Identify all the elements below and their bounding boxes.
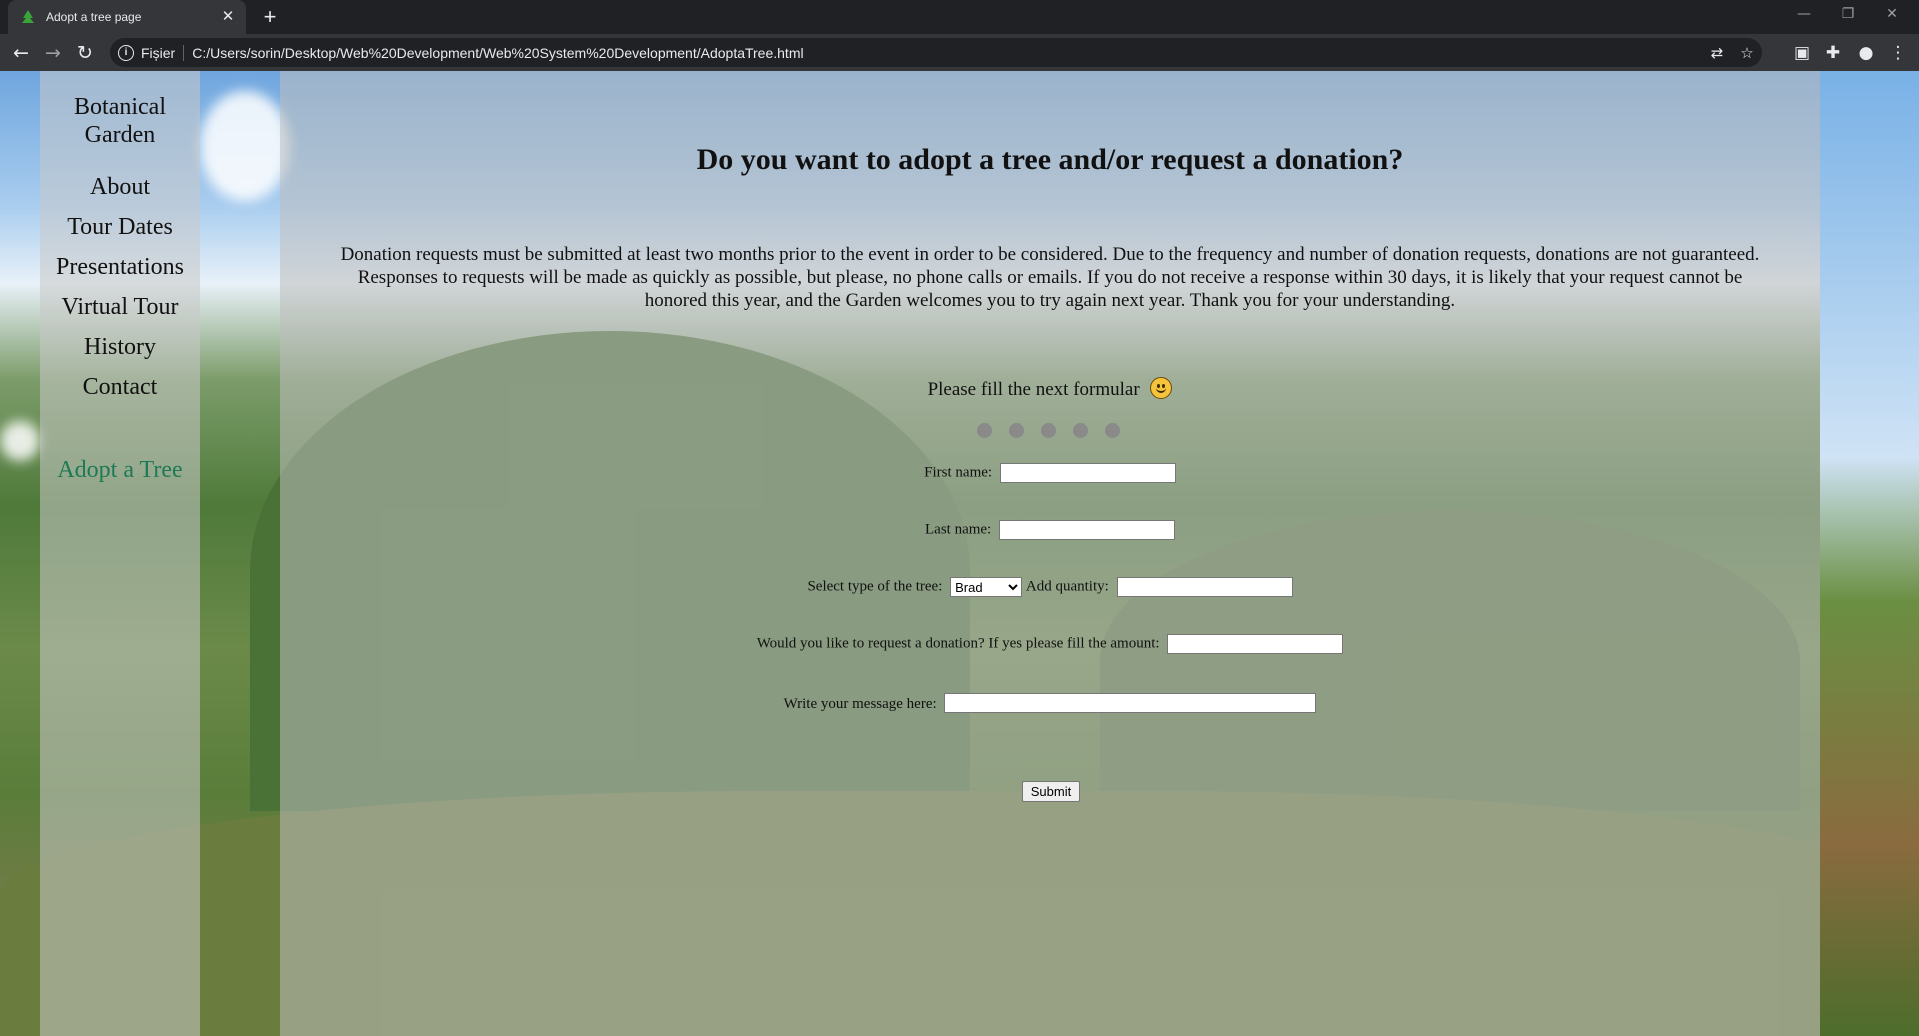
nav-item-presentations[interactable]: Presentations [40, 247, 200, 287]
restore-icon[interactable]: ❐ [1826, 0, 1870, 30]
tree-type-select[interactable]: Brad [950, 577, 1023, 597]
donation-row: Would you like to request a donation? If… [280, 634, 1820, 654]
minimize-icon[interactable]: — [1782, 0, 1826, 30]
decorative-dots [977, 423, 1120, 438]
dot [1105, 423, 1120, 438]
new-tab-button[interactable]: + [258, 5, 282, 29]
dot [1073, 423, 1088, 438]
info-icon[interactable]: i [118, 44, 134, 61]
page-viewport: Botanical Garden About Tour Dates Presen… [0, 71, 1919, 1036]
background-right-strip [1820, 71, 1919, 1036]
nav-list: About Tour Dates Presentations Virtual T… [40, 167, 200, 407]
background-cloud [0, 421, 40, 461]
nav-item-history[interactable]: History [40, 327, 200, 367]
site-brand[interactable]: Botanical Garden [40, 93, 200, 149]
form-prompt-text: Please fill the next formular [927, 379, 1140, 400]
url-text[interactable]: C:/Users/sorin/Desktop/Web%20Development… [192, 45, 1702, 61]
donation-amount-field[interactable] [1167, 634, 1344, 654]
address-separator [183, 44, 185, 61]
message-textarea[interactable] [944, 693, 1317, 713]
tree-favicon-icon [22, 10, 34, 23]
nav-item-about[interactable]: About [40, 167, 200, 207]
forward-arrow-icon[interactable]: → [39, 39, 67, 67]
extension-icon[interactable]: ▣ [1788, 39, 1816, 67]
dot [1009, 423, 1024, 438]
nav-item-tour-dates[interactable]: Tour Dates [40, 207, 200, 247]
smiley-face-icon [1150, 377, 1173, 399]
tree-type-row: Select type of the tree: Brad Add quanti… [280, 577, 1820, 597]
menu-kebab-icon[interactable]: ⋮ [1884, 39, 1912, 67]
browser-tab[interactable]: Adopt a tree page ✕ [8, 0, 246, 34]
profile-avatar-icon[interactable]: ● [1852, 39, 1880, 67]
last-name-field[interactable] [998, 520, 1175, 540]
donation-label: Would you like to request a donation? If… [756, 635, 1160, 652]
dot [977, 423, 992, 438]
nav-item-contact[interactable]: Contact [40, 367, 200, 407]
puzzle-extensions-icon[interactable]: ✚ [1819, 39, 1847, 67]
close-tab-icon[interactable]: ✕ [220, 9, 236, 25]
nav-item-virtual-tour[interactable]: Virtual Tour [40, 287, 200, 327]
tab-title: Adopt a tree page [46, 10, 142, 24]
tab-strip: Adopt a tree page ✕ + — ❐ ✕ [0, 0, 1919, 34]
sidebar-nav: Botanical Garden About Tour Dates Presen… [40, 71, 200, 1036]
scheme-label: Fișier [141, 44, 176, 61]
donation-info-paragraph: Donation requests must be submitted at l… [340, 244, 1760, 311]
last-name-label: Last name: [925, 521, 992, 538]
reload-icon[interactable]: ↻ [71, 39, 99, 67]
close-window-icon[interactable]: ✕ [1870, 0, 1914, 30]
submit-button[interactable]: Submit [1022, 781, 1080, 802]
back-arrow-icon[interactable]: ← [7, 39, 35, 67]
message-row: Write your message here: [280, 693, 1820, 713]
background-cloud [200, 91, 290, 201]
message-label: Write your message here: [783, 696, 937, 712]
page-title: Do you want to adopt a tree and/or reque… [696, 143, 1404, 176]
address-bar[interactable]: i Fișier C:/Users/sorin/Desktop/Web%20De… [110, 38, 1762, 67]
form-prompt: Please fill the next formular [280, 377, 1820, 401]
last-name-row: Last name: [280, 520, 1820, 540]
browser-toolbar: ← → ↻ i Fișier C:/Users/sorin/Desktop/We… [0, 34, 1919, 71]
quantity-label: Add quantity: [1025, 578, 1109, 595]
dot [1041, 423, 1056, 438]
first-name-field[interactable] [999, 463, 1176, 483]
nav-item-adopt-a-tree[interactable]: Adopt a Tree [40, 457, 200, 484]
bookmark-star-icon[interactable]: ☆ [1732, 44, 1762, 62]
tree-type-label: Select type of the tree: [807, 578, 943, 595]
main-content: Do you want to adopt a tree and/or reque… [280, 71, 1820, 1036]
first-name-label: First name: [924, 464, 993, 481]
first-name-row: First name: [280, 463, 1820, 483]
quantity-field[interactable] [1116, 577, 1293, 597]
translate-icon[interactable]: ⇄ [1702, 44, 1732, 62]
